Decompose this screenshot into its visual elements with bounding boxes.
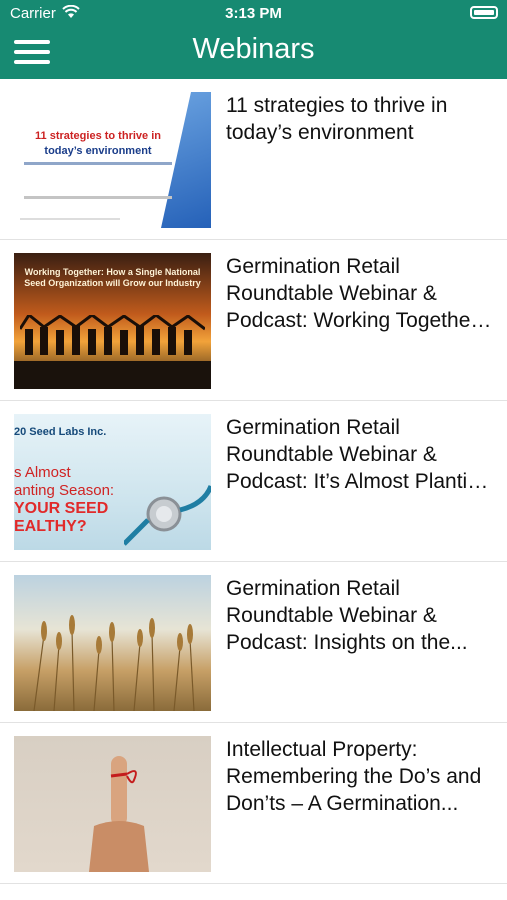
webinar-row[interactable]: 11 strategies to thrive in today’s envir… <box>0 79 507 240</box>
webinar-row[interactable]: 20 Seed Labs Inc. s Almost anting Season… <box>0 401 507 562</box>
webinar-thumbnail[interactable] <box>14 736 211 872</box>
webinar-thumbnail[interactable]: 11 strategies to thrive in today’s envir… <box>14 92 211 228</box>
people-silhouette-icon <box>20 315 205 355</box>
webinar-row[interactable]: Germination Retail Roundtable Webinar & … <box>0 562 507 723</box>
battery-icon <box>470 6 498 19</box>
wheat-field-icon <box>33 615 195 711</box>
status-bar: Carrier 3:13 PM <box>0 0 507 28</box>
webinar-title[interactable]: Germination Retail Roundtable Webinar & … <box>226 575 496 656</box>
webinar-thumbnail[interactable]: Working Together: How a Single National … <box>14 253 211 389</box>
webinar-thumbnail[interactable]: 20 Seed Labs Inc. s Almost anting Season… <box>14 414 211 550</box>
webinar-thumbnail[interactable] <box>14 575 211 711</box>
webinar-title[interactable]: Intellectual Property: Remembering the D… <box>226 736 496 817</box>
thumbnail-logo: 20 Seed Labs Inc. <box>14 426 107 438</box>
webinar-title[interactable]: Germination Retail Roundtable Webinar & … <box>226 253 496 334</box>
page-title: Webinars <box>192 33 315 65</box>
webinar-list[interactable]: 11 strategies to thrive in today’s envir… <box>0 79 507 884</box>
thumbnail-text: EALTHY? <box>14 518 87 535</box>
thumbnail-banner: Working Together: How a Single National … <box>24 267 201 288</box>
thumbnail-subheading: today’s environment <box>44 145 152 157</box>
webinar-row[interactable]: Working Together: How a Single National … <box>0 240 507 401</box>
stethoscope-icon <box>124 484 211 546</box>
top-bar: Carrier 3:13 PM Webinars <box>0 0 507 79</box>
status-time: 3:13 PM <box>225 5 282 22</box>
finger-ribbon-icon <box>89 756 149 872</box>
thumbnail-text: YOUR SEED <box>14 500 109 517</box>
webinar-title[interactable]: 11 strategies to thrive in today’s envir… <box>226 92 496 146</box>
webinar-title[interactable]: Germination Retail Roundtable Webinar & … <box>226 414 496 495</box>
thumbnail-heading: 11 strategies to thrive in <box>35 130 161 142</box>
webinar-row[interactable]: Intellectual Property: Remembering the D… <box>0 723 507 884</box>
thumbnail-text: s Almost <box>14 464 71 481</box>
thumbnail-text: anting Season: <box>14 482 115 499</box>
